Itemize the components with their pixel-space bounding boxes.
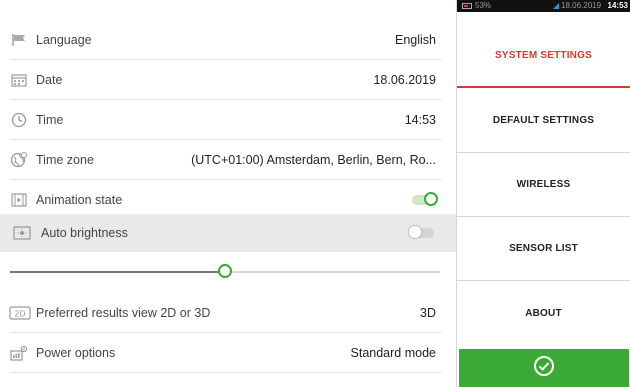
slider-fill [10, 271, 225, 273]
row-divider [10, 372, 442, 373]
status-date: 18.06.2019 [561, 1, 602, 10]
setting-row-language[interactable]: Language English [0, 20, 456, 60]
toggle-knob [408, 225, 422, 239]
setting-row-power-options[interactable]: Power options Standard mode [0, 333, 456, 373]
setting-label: Time zone [36, 153, 94, 167]
globe-icon [9, 151, 29, 169]
setting-row-time[interactable]: Time 14:53 [0, 100, 456, 140]
check-circle-icon [533, 355, 555, 382]
setting-value: Standard mode [350, 346, 436, 360]
setting-label: Animation state [36, 193, 123, 207]
setting-label: Language [36, 33, 92, 47]
setting-row-date[interactable]: Date 18.06.2019 [0, 60, 456, 100]
setting-label: Date [36, 73, 63, 87]
settings-panel: Language English Date 18.06.2019 Time 14… [0, 0, 456, 387]
setting-value: 18.06.2019 [373, 73, 436, 87]
brightness-icon [12, 224, 32, 242]
nav-item-default-settings[interactable]: DEFAULT SETTINGS [457, 89, 630, 153]
clock-icon [9, 111, 29, 129]
nav-item-sensor-list[interactable]: SENSOR LIST [457, 217, 630, 281]
toggle-knob [424, 192, 438, 206]
nav-item-system-settings[interactable]: SYSTEM SETTINGS [457, 24, 630, 88]
setting-label: Power options [36, 346, 116, 360]
setting-row-auto-brightness[interactable]: Auto brightness [0, 214, 456, 252]
view-2d-icon: 2D [9, 304, 31, 322]
setting-value: 3D [420, 306, 436, 320]
status-time: 14:53 [607, 1, 628, 10]
battery-percent: 53% [475, 1, 492, 10]
brightness-slider[interactable] [10, 264, 440, 280]
settings-nav: 53% ◢ 18.06.2019 14:53 SYSTEM SETTINGS D… [456, 0, 630, 387]
battery-icon [462, 3, 472, 9]
status-bar: 53% ◢ 18.06.2019 14:53 [457, 0, 630, 12]
flag-icon [9, 31, 29, 49]
animation-icon [9, 191, 29, 209]
setting-row-time-zone[interactable]: Time zone (UTC+01:00) Amsterdam, Berlin,… [0, 140, 456, 180]
setting-label: Preferred results view 2D or 3D [36, 306, 211, 320]
setting-value: (UTC+01:00) Amsterdam, Berlin, Bern, Ro.… [191, 153, 436, 167]
view-icon-text: 2D [14, 310, 25, 319]
power-options-icon [9, 344, 29, 362]
nav-item-wireless[interactable]: WIRELESS [457, 153, 630, 217]
nav-item-about[interactable]: ABOUT [457, 281, 630, 345]
setting-row-preferred-view[interactable]: 2D Preferred results view 2D or 3D 3D [0, 293, 456, 333]
setting-label: Auto brightness [41, 226, 128, 240]
setting-label: Time [36, 113, 64, 127]
setting-value: English [395, 33, 436, 47]
calendar-icon [9, 71, 29, 89]
animation-toggle[interactable] [408, 192, 438, 208]
signal-icon: ◢ [553, 1, 560, 10]
setting-value: 14:53 [404, 113, 436, 127]
auto-brightness-toggle[interactable] [408, 225, 438, 241]
slider-thumb[interactable] [218, 264, 232, 278]
confirm-button[interactable] [459, 349, 629, 387]
